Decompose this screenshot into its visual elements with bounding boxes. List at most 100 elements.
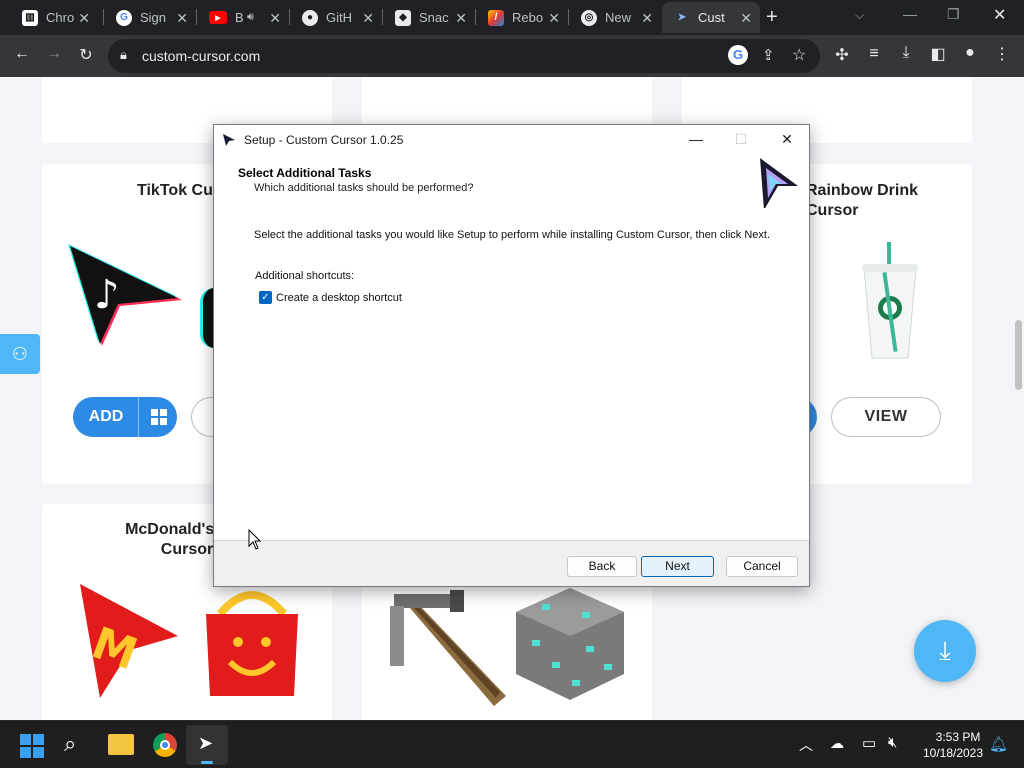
custom-cursor-app-icon bbox=[223, 134, 235, 146]
tab-custom-cursor[interactable]: ➤ Cust ✕ bbox=[662, 2, 760, 33]
extensions-puzzle-icon[interactable]: ✣ bbox=[830, 45, 854, 65]
user-group-add-icon[interactable]: ⚇ bbox=[0, 334, 40, 374]
google-icon: G bbox=[116, 9, 132, 26]
view-button[interactable]: VIEW bbox=[831, 397, 941, 437]
share-icon[interactable]: ⇪ bbox=[762, 46, 775, 64]
close-tab-icon[interactable]: ✕ bbox=[548, 10, 560, 27]
menu-kebab-icon[interactable]: ⋮ bbox=[990, 44, 1014, 64]
tab-youtube[interactable]: ▶ B 🔊︎ ✕ bbox=[197, 2, 289, 33]
tiktok-cursor-image: ♪ bbox=[68, 244, 182, 346]
desktop-shortcut-label[interactable]: Create a desktop shortcut bbox=[276, 292, 402, 304]
dialog-maximize-button: ☐ bbox=[734, 131, 748, 147]
tiktok-app-icon-partial bbox=[200, 288, 214, 348]
tab-github[interactable]: ● GitH ✕ bbox=[290, 2, 382, 33]
close-tab-icon[interactable]: ✕ bbox=[641, 10, 653, 27]
reload-icon[interactable]: ↻ bbox=[74, 45, 98, 65]
bookmark-star-icon[interactable]: ☆ bbox=[792, 45, 806, 65]
clock-date[interactable]: 10/18/2023 bbox=[919, 746, 987, 760]
tab-rebooted[interactable]: / Rebo ✕ bbox=[476, 2, 568, 33]
file-explorer-icon[interactable] bbox=[108, 734, 134, 755]
piano-icon: ▥ bbox=[22, 9, 38, 26]
download-fab-icon[interactable]: ⤓ bbox=[914, 620, 976, 682]
add-button[interactable]: ADD bbox=[73, 397, 177, 437]
restore-window-button[interactable]: ❐ bbox=[947, 6, 960, 23]
cancel-button[interactable]: Cancel bbox=[726, 556, 798, 577]
chrome-taskbar-icon[interactable] bbox=[153, 733, 177, 757]
close-tab-icon[interactable]: ✕ bbox=[176, 10, 188, 27]
close-tab-icon[interactable]: ✕ bbox=[362, 10, 374, 27]
tab-title: Rebo bbox=[512, 10, 544, 25]
next-button[interactable]: Next bbox=[641, 556, 714, 577]
browser-toolbar: ← → ↻ 🔒︎ custom-cursor.com G ⇪ ☆ ✣ ≡ ⤓ ◧… bbox=[0, 35, 1024, 77]
search-icon[interactable]: ⌕ bbox=[64, 731, 76, 757]
dialog-subheading: Which additional tasks should be perform… bbox=[254, 182, 474, 194]
mcdonalds-cursor-image: M bbox=[80, 584, 178, 698]
notification-bell-icon[interactable]: 🔔︎ bbox=[989, 735, 1008, 753]
desktop-shortcut-checkbox[interactable]: ✓ bbox=[259, 291, 272, 304]
dialog-close-button[interactable]: ✕ bbox=[777, 131, 797, 148]
media-controls-icon[interactable]: ≡ bbox=[862, 45, 886, 63]
windows-start-icon[interactable] bbox=[20, 734, 44, 758]
profile-icon[interactable]: ● bbox=[958, 44, 982, 62]
windows-icon bbox=[151, 409, 167, 425]
close-tab-icon[interactable]: ✕ bbox=[455, 10, 467, 27]
show-hidden-icons-chevron-icon[interactable]: ︿ bbox=[799, 735, 813, 755]
close-tab-icon[interactable]: ✕ bbox=[78, 10, 90, 27]
page-scrollbar[interactable] bbox=[1015, 320, 1022, 390]
minimize-window-button[interactable]: — bbox=[903, 6, 917, 22]
speaker-icon[interactable]: 🔊︎ bbox=[247, 11, 254, 24]
setup-dialog: Setup - Custom Cursor 1.0.25 — ☐ ✕ Selec… bbox=[213, 124, 810, 587]
youtube-icon: ▶ bbox=[209, 11, 227, 24]
dialog-titlebar[interactable]: Setup - Custom Cursor 1.0.25 — ☐ ✕ bbox=[214, 125, 809, 156]
lock-icon[interactable]: 🔒︎ bbox=[120, 47, 127, 63]
tab-title: GitH bbox=[326, 10, 352, 25]
pickaxe-cursor-image bbox=[390, 590, 506, 706]
tab-chrome-music[interactable]: ▥ Chro ✕ bbox=[10, 2, 98, 33]
custom-cursor-taskbar-icon: ➤ bbox=[198, 733, 214, 753]
tab-sign-in[interactable]: G Sign ✕ bbox=[104, 2, 196, 33]
tab-new-tab[interactable]: ◎ New ✕ bbox=[569, 2, 661, 33]
card-title: TikTok Cur bbox=[137, 182, 220, 199]
tab-snaccs[interactable]: ◆ Snac ✕ bbox=[383, 2, 475, 33]
address-bar[interactable]: 🔒︎ custom-cursor.com G ⇪ ☆ bbox=[108, 39, 820, 73]
url-text[interactable]: custom-cursor.com bbox=[142, 48, 260, 64]
side-panel-icon[interactable]: ◧ bbox=[926, 44, 950, 64]
dialog-header: Select Additional Tasks Which additional… bbox=[214, 156, 809, 210]
new-tab-button[interactable]: + bbox=[766, 6, 778, 29]
back-arrow-icon[interactable]: ← bbox=[10, 45, 34, 63]
forward-arrow-icon[interactable]: → bbox=[42, 45, 66, 63]
close-window-button[interactable]: ✕ bbox=[993, 5, 1006, 25]
tab-strip: ▥ Chro ✕ G Sign ✕ ▶ B 🔊︎ ✕ ● GitH ✕ ◆ Sn… bbox=[0, 0, 1024, 35]
tab-title: Cust bbox=[698, 10, 725, 25]
tab-title: Chro bbox=[46, 10, 75, 25]
diamond-ore-block-image bbox=[516, 588, 624, 700]
volume-muted-icon[interactable]: 🔇︎ bbox=[888, 734, 897, 751]
mouse-pointer-icon bbox=[248, 529, 262, 550]
back-button[interactable]: Back bbox=[567, 556, 637, 577]
dialog-footer: Back Next Cancel bbox=[214, 540, 809, 586]
custom-cursor-logo-icon bbox=[760, 158, 798, 210]
display-icon[interactable]: ▭ bbox=[862, 734, 876, 752]
tab-search-icon[interactable]: ⌵ bbox=[855, 8, 864, 23]
dialog-minimize-button[interactable]: — bbox=[686, 131, 706, 147]
tab-title: New bbox=[605, 10, 632, 25]
google-lens-icon[interactable]: G bbox=[728, 45, 748, 65]
windows-taskbar: ⌕ ➤ ︿ ☁ ▭ 🔇︎ 3:53 PM 10/18/2023 🔔︎ bbox=[0, 720, 1024, 768]
dialog-body: Select the additional tasks you would li… bbox=[214, 208, 809, 540]
dialog-heading: Select Additional Tasks bbox=[238, 166, 372, 180]
clock-time[interactable]: 3:53 PM bbox=[929, 730, 987, 744]
github-icon: ● bbox=[302, 9, 318, 26]
onedrive-cloud-icon[interactable]: ☁ bbox=[830, 735, 844, 752]
rainbow-drink-cup-image bbox=[862, 242, 918, 359]
dialog-title: Setup - Custom Cursor 1.0.25 bbox=[244, 133, 404, 147]
cursor-icon: ➤ bbox=[677, 12, 687, 23]
rebooted-icon: / bbox=[488, 9, 504, 26]
close-tab-icon[interactable]: ✕ bbox=[740, 10, 752, 27]
close-tab-icon[interactable]: ✕ bbox=[269, 10, 281, 27]
chrome-icon: ◎ bbox=[581, 9, 597, 26]
svg-text:♪: ♪ bbox=[94, 272, 120, 318]
custom-cursor-taskbar-button[interactable]: ➤ bbox=[186, 725, 228, 765]
instruction-text: Select the additional tasks you would li… bbox=[254, 229, 771, 241]
card-title: Rainbow Drink Cursor bbox=[806, 182, 919, 219]
download-icon[interactable]: ⤓ bbox=[894, 44, 918, 62]
